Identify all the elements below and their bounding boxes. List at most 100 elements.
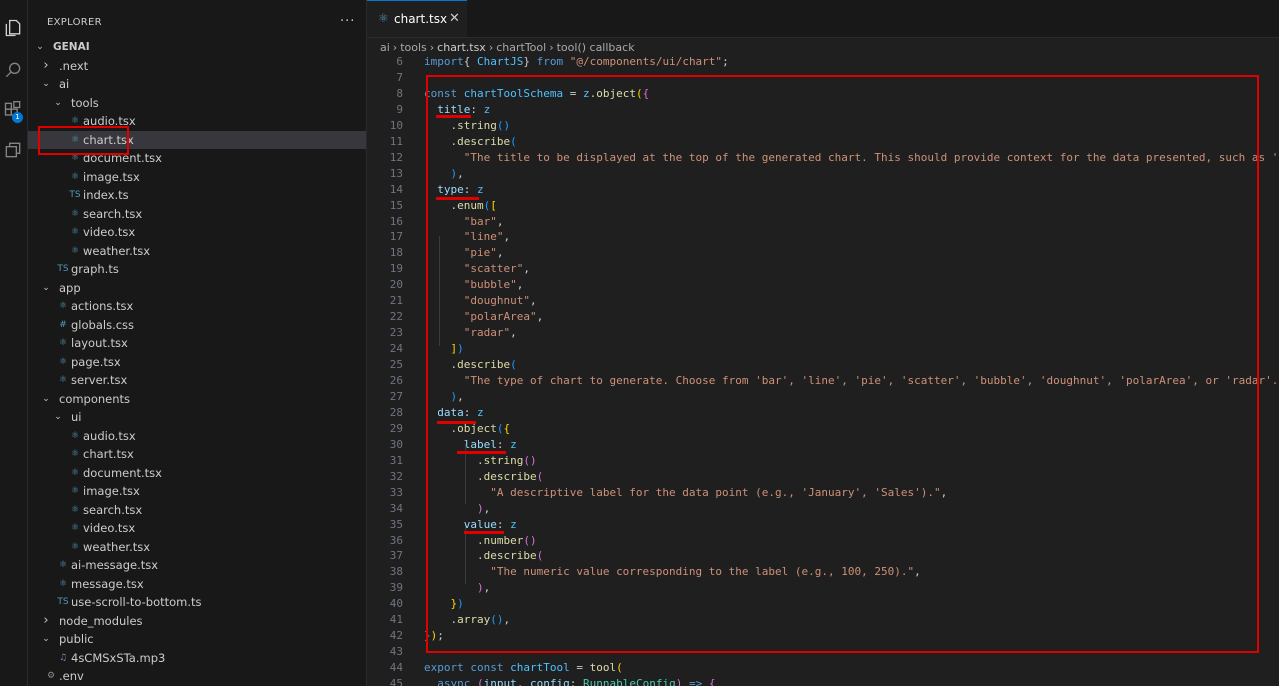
breadcrumb-item[interactable]: tools (400, 41, 427, 54)
folder-item[interactable]: ⌄ app (28, 279, 366, 297)
chevron-right-icon[interactable]: › (41, 57, 51, 75)
file-item[interactable]: ⚛ ai-message.tsx (28, 556, 366, 574)
breadcrumb-item[interactable]: ai (380, 41, 390, 54)
file-item[interactable]: ♫ 4sCMSxSTa.mp3 (28, 649, 366, 667)
file-item[interactable]: ⚛ document.tsx (28, 464, 366, 482)
line-number: 19 (389, 262, 403, 276)
breadcrumb-item[interactable]: chart.tsx (437, 41, 486, 54)
line-number: 30 (389, 437, 403, 451)
file-item[interactable]: ⚛ video.tsx (28, 223, 366, 241)
react-file-icon: ⚛ (70, 541, 80, 552)
annotation-underline-data (437, 421, 476, 424)
typescript-file-icon: TS (57, 264, 69, 274)
typescript-file-icon: TS (57, 597, 69, 607)
tree-item-label: ai (59, 77, 70, 91)
tree-item-label: tools (71, 95, 99, 110)
chevron-down-icon[interactable]: ⌄ (41, 75, 51, 93)
line-number: 27 (389, 389, 403, 403)
css-file-icon: # (59, 319, 67, 330)
chevron-right-icon[interactable]: › (41, 612, 51, 630)
react-file-icon: ⚛ (70, 430, 80, 441)
tab-label: chart.tsx (394, 12, 448, 26)
folder-item[interactable]: ⌄ GENAI (28, 38, 366, 56)
file-item[interactable]: ⚛ weather.tsx (28, 538, 366, 556)
line-number: 24 (389, 342, 403, 356)
tree-item-label: ai-message.tsx (71, 558, 159, 572)
file-item[interactable]: # globals.css (28, 316, 366, 334)
react-file-icon: ⚛ (58, 356, 68, 367)
react-file-icon: ⚛ (58, 375, 68, 385)
file-item[interactable]: ⚛ page.tsx (28, 353, 366, 371)
chevron-down-icon[interactable]: ⌄ (41, 279, 51, 297)
line-number: 38 (389, 565, 403, 579)
file-item[interactable]: ⚛ search.tsx (28, 205, 366, 223)
tree-item-label: page.tsx (71, 354, 121, 369)
search-icon[interactable] (3, 60, 23, 80)
file-item[interactable]: ⚛ audio.tsx (28, 427, 366, 445)
tree-item-label: image.tsx (83, 169, 140, 184)
folder-item[interactable]: ⌄ components (28, 390, 366, 408)
tree-item-label: use-scroll-to-bottom.ts (71, 595, 202, 609)
folder-item[interactable]: › node_modules (28, 612, 366, 630)
file-item[interactable]: ⚛ layout.tsx (28, 334, 366, 352)
file-item[interactable]: ⚛ server.tsx (28, 371, 366, 389)
close-icon[interactable]: ✕ (449, 11, 460, 26)
breadcrumb-item[interactable]: tool() callback (557, 41, 635, 54)
chevron-down-icon[interactable]: ⌄ (41, 390, 51, 408)
line-number: 22 (389, 310, 403, 324)
line-number: 36 (389, 533, 403, 547)
remote-explorer-icon[interactable] (3, 140, 23, 160)
explorer-icon[interactable] (3, 18, 23, 38)
file-item[interactable]: ⚛ message.tsx (28, 575, 366, 593)
line-number: 40 (389, 597, 403, 611)
file-item[interactable]: TS graph.ts (28, 260, 366, 278)
more-actions-button[interactable]: ··· (340, 14, 355, 29)
line-number: 45 (389, 677, 403, 686)
file-item[interactable]: ⚛ image.tsx (28, 168, 366, 186)
tree-item-label: actions.tsx (71, 299, 134, 313)
folder-item[interactable]: › .next (28, 57, 366, 75)
file-item[interactable]: TS use-scroll-to-bottom.ts (28, 593, 366, 611)
chevron-down-icon[interactable]: ⌄ (35, 38, 45, 56)
chevron-down-icon[interactable]: ⌄ (53, 94, 63, 112)
code-line[interactable]: 6 import{ ChartJS} from "@/components/ui/… (367, 54, 1279, 70)
chevron-down-icon[interactable]: ⌄ (53, 408, 63, 426)
file-item[interactable]: ⚛ video.tsx (28, 519, 366, 537)
chevron-down-icon[interactable]: ⌄ (41, 630, 51, 648)
file-item[interactable]: ⚛ chart.tsx (28, 445, 366, 463)
react-file-icon: ⚛ (58, 301, 68, 311)
file-item[interactable]: ⚙ .env (28, 667, 366, 685)
folder-item[interactable]: ⌄ public (28, 630, 366, 648)
line-number: 17 (389, 230, 403, 244)
tab-chart-tsx[interactable]: ⚛ chart.tsx ✕ (367, 0, 467, 37)
code-line[interactable]: 44 export const chartTool = tool( (367, 660, 1279, 676)
tree-item-label: .env (59, 669, 84, 683)
line-number: 41 (389, 613, 403, 627)
folder-item[interactable]: ⌄ ui (28, 408, 366, 426)
file-item[interactable]: TS index.ts (28, 186, 366, 204)
react-file-icon: ⚛ (58, 338, 68, 348)
react-file-icon: ⚛ (70, 467, 80, 478)
code-text: export const chartTool = tool( (424, 661, 623, 675)
folder-item[interactable]: ⌄ ai (28, 75, 366, 93)
tree-item-label: components (59, 391, 131, 406)
line-number: 13 (389, 166, 403, 180)
line-number: 9 (396, 102, 403, 116)
tree-item-label: app (59, 280, 81, 295)
line-number: 39 (389, 581, 403, 595)
breadcrumb-item[interactable]: chartTool (496, 41, 546, 54)
line-number: 43 (389, 645, 403, 659)
activity-bar: 1 (0, 0, 28, 686)
react-file-icon: ⚛ (58, 560, 68, 570)
code-line[interactable]: 45 async (input, config: RunnableConfig)… (367, 676, 1279, 686)
tree-item-label: server.tsx (71, 373, 128, 387)
file-item[interactable]: ⚛ weather.tsx (28, 242, 366, 260)
folder-item[interactable]: ⌄ tools (28, 94, 366, 112)
tree-item-label: .next (59, 58, 89, 73)
line-number: 26 (389, 374, 403, 387)
react-file-icon: ⚛ (70, 449, 80, 459)
file-item[interactable]: ⚛ image.tsx (28, 482, 366, 500)
file-item[interactable]: ⚛ actions.tsx (28, 297, 366, 315)
file-item[interactable]: ⚛ search.tsx (28, 501, 366, 519)
tree-item-label: index.ts (83, 188, 129, 202)
